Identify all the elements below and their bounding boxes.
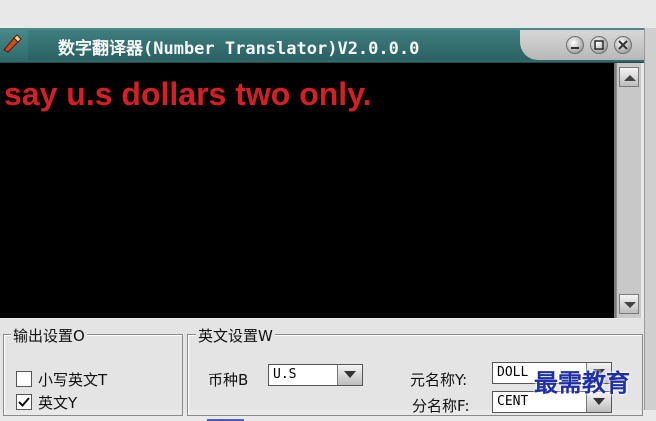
lowercase-english-checkbox[interactable] — [16, 371, 32, 387]
maximize-icon[interactable] — [590, 36, 608, 54]
app-icon[interactable] — [2, 34, 22, 54]
english-settings-title: 英文设置W — [196, 325, 275, 346]
watermark: 最需教育 — [534, 369, 630, 397]
checkmark-icon — [18, 397, 30, 407]
english-label: 英文Y — [38, 394, 78, 412]
window-title: 数字翻译器(Number Translator)V2.0.0.0 — [58, 39, 420, 59]
translation-output-area[interactable]: say u.s dollars two only. — [0, 63, 616, 318]
chevron-down-icon — [344, 371, 356, 378]
cut-off-blue-text: ▁▁▁▁ — [207, 407, 244, 421]
scroll-down-button[interactable] — [619, 294, 639, 314]
currency-label: 币种B — [208, 371, 249, 389]
yuan-name-label: 元名称Y: — [410, 371, 468, 389]
lowercase-english-option[interactable]: 小写英文T — [16, 369, 107, 390]
output-settings-title: 输出设置O — [11, 325, 87, 346]
currency-select[interactable]: U.S — [268, 364, 363, 386]
chevron-down-icon — [624, 302, 636, 308]
window-right-edge — [644, 28, 656, 410]
chevron-up-icon — [624, 75, 636, 81]
yuan-name-value: DOLL — [497, 365, 529, 380]
currency-value: U.S — [273, 367, 297, 382]
screen-top-strip — [0, 0, 656, 28]
english-checkbox[interactable] — [16, 394, 32, 410]
fen-name-label: 分名称F: — [412, 397, 470, 415]
chevron-down-icon — [593, 398, 605, 405]
scroll-up-button[interactable] — [619, 67, 639, 87]
currency-dropdown-button[interactable] — [337, 365, 362, 385]
fen-name-value: CENT — [497, 394, 529, 409]
lowercase-english-label: 小写英文T — [38, 371, 108, 389]
vertical-scrollbar[interactable] — [616, 63, 641, 318]
output-settings-group: 输出设置O 小写英文T 英文Y — [3, 325, 183, 416]
title-bar[interactable]: 数字翻译器(Number Translator)V2.0.0.0 — [0, 28, 644, 63]
minimize-icon[interactable] — [566, 36, 584, 54]
translated-text: say u.s dollars two only. — [4, 76, 372, 112]
close-icon[interactable] — [614, 36, 632, 54]
